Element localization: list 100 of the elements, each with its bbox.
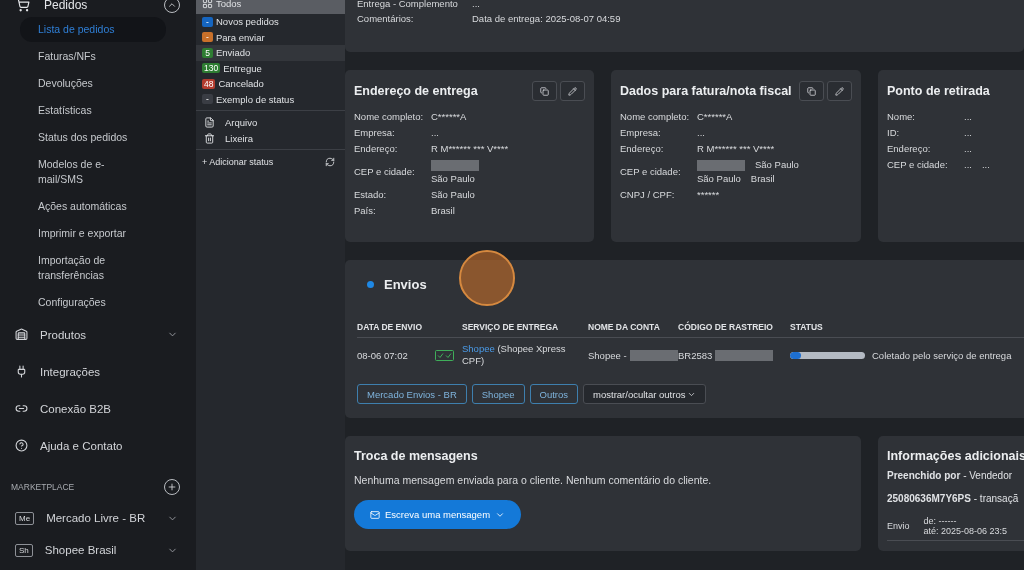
table-cell: Coletado pelo serviço de entrega [872, 349, 1012, 361]
section-heading: MARKETPLACE [11, 482, 75, 492]
status-item[interactable]: 130 Entregue [196, 60, 345, 76]
pencil-icon [835, 86, 844, 96]
count-badge: - [202, 94, 213, 105]
nav-item[interactable]: Shopee Brasil [44, 544, 117, 556]
submenu-item[interactable]: Imprimir e exportar [20, 221, 166, 246]
field-label: Nome: [887, 110, 916, 124]
submenu-item[interactable]: Ações automáticas [20, 194, 166, 219]
submenu-item[interactable]: Lista de pedidos [20, 17, 166, 42]
nav-item[interactable]: Integrações [40, 365, 101, 378]
table-cell: BR2583 [678, 349, 713, 361]
service-link[interactable]: Shopee [462, 343, 495, 354]
submenu-item[interactable]: Importação de transferências [20, 248, 166, 288]
field-label: Empresa: [620, 126, 662, 140]
field-value: R M****** *** V**** [697, 142, 775, 156]
chevron-up-icon [167, 0, 177, 10]
field-label: CEP e cidade: [354, 165, 416, 179]
submenu-item[interactable]: Devoluções [20, 71, 166, 96]
status-item[interactable]: - Exemplo de status [196, 91, 345, 107]
message-text: Nenhuma mensagem enviada para o cliente. Nenhum comentário do cliente. [354, 474, 713, 486]
nav-icon [15, 402, 28, 415]
field-value: ... [431, 126, 439, 140]
count-badge: 130 [202, 63, 221, 74]
field-value: ... [981, 158, 990, 172]
field-label: CEP e cidade: [620, 165, 682, 179]
field-value: ... [964, 126, 972, 140]
redacted-block [431, 159, 479, 171]
column-header: SERVIÇO DE ENTREGA [462, 322, 588, 338]
field-value: ... [472, 0, 480, 11]
nav-item[interactable]: Pedidos [44, 0, 88, 12]
field-label: Endereço: [887, 142, 932, 156]
refresh-icon[interactable] [325, 157, 335, 167]
edit-button[interactable] [827, 81, 852, 101]
filter-button[interactable]: Mercado Envios - BR [357, 384, 467, 404]
status-item[interactable]: - Para enviar [196, 29, 345, 45]
marketplace-badge: Me [15, 511, 35, 525]
submenu-item[interactable]: Estatísticas [20, 98, 166, 123]
column-header: CÓDIGO DE RASTREIO [678, 322, 790, 338]
filter-button[interactable]: Shopee [471, 384, 525, 404]
filter-button[interactable]: Outros [529, 384, 579, 404]
field-label: País: [354, 204, 377, 218]
status-dot [367, 280, 374, 288]
field-label: Estado: [354, 188, 388, 202]
edit-button[interactable] [560, 81, 585, 101]
copy-button[interactable] [799, 81, 824, 101]
card-title: Endereço de entrega [354, 84, 478, 98]
field-label: Entrega - Complemento [357, 0, 459, 11]
nav-icon [15, 328, 28, 341]
grid-icon [202, 0, 213, 9]
copy-button[interactable] [532, 81, 557, 101]
archive-item[interactable]: Arquivo [196, 114, 345, 130]
dropdown-button[interactable]: mostrar/ocultar outros [583, 384, 707, 404]
field-value: ... [964, 110, 972, 124]
count-badge: 48 [202, 78, 216, 89]
document-icon [204, 116, 215, 128]
status-item[interactable]: Todos [196, 0, 345, 14]
field-value: Brasil [431, 204, 455, 218]
field-label: ID: [887, 126, 901, 140]
nav-icon [15, 365, 28, 378]
field-label: Nome completo: [354, 110, 425, 124]
nav-item[interactable]: Produtos [40, 328, 87, 341]
archive-item[interactable]: Lixeira [196, 130, 345, 146]
redacted-block [697, 159, 745, 171]
field-label: Endereço: [354, 142, 399, 156]
field-label: CEP e cidade: [887, 158, 949, 172]
submenu-item[interactable]: Configurações [20, 290, 166, 315]
card-title: Dados para fatura/nota fiscal [620, 84, 792, 98]
field-value: ... [964, 158, 972, 172]
plus-icon [167, 482, 177, 492]
field-value: de: ------ [923, 516, 958, 526]
field-label: Endereço: [620, 142, 665, 156]
field-value: C******A [431, 110, 467, 124]
card-title: Troca de mensagens [354, 449, 478, 463]
add-status-link[interactable]: + Adicionar status [202, 157, 274, 167]
card-title: Envios [384, 276, 427, 292]
submenu-item[interactable]: Faturas/NFs [20, 44, 166, 69]
field-value: São Paulo [431, 172, 475, 186]
info-text: Preenchido por - Vendedor [887, 470, 1014, 481]
field-value: Brasil [750, 172, 775, 186]
cart-icon [16, 0, 30, 12]
nav-item[interactable]: Conexão B2B [40, 402, 111, 415]
write-message-button[interactable]: Escreva uma mensagem [354, 500, 522, 529]
count-badge: - [202, 16, 213, 27]
field-value: até: 2025-08-06 23:5 [923, 526, 1008, 536]
field-label: CNPJ / CPF: [620, 188, 676, 202]
submenu-item[interactable]: Modelos de e-mail/SMS [20, 152, 166, 192]
status-item[interactable]: 5 Enviado [196, 45, 345, 61]
submenu-item[interactable]: Status dos pedidos [20, 125, 166, 150]
field-value: São Paulo [755, 158, 799, 172]
cursor-highlight [459, 250, 515, 306]
field-value: São Paulo [431, 188, 475, 202]
nav-item[interactable]: Ajuda e Contato [40, 439, 123, 452]
nav-item[interactable]: Mercado Livre - BR [46, 512, 146, 524]
status-item[interactable]: 48 Cancelado [196, 76, 345, 92]
status-item[interactable]: - Novos pedidos [196, 14, 345, 30]
table-cell: Shopee - [588, 349, 627, 361]
nav-icon [15, 439, 28, 452]
column-header: DATA DE ENVIO [357, 322, 435, 338]
table-cell: 08-06 07:02 [357, 349, 408, 361]
